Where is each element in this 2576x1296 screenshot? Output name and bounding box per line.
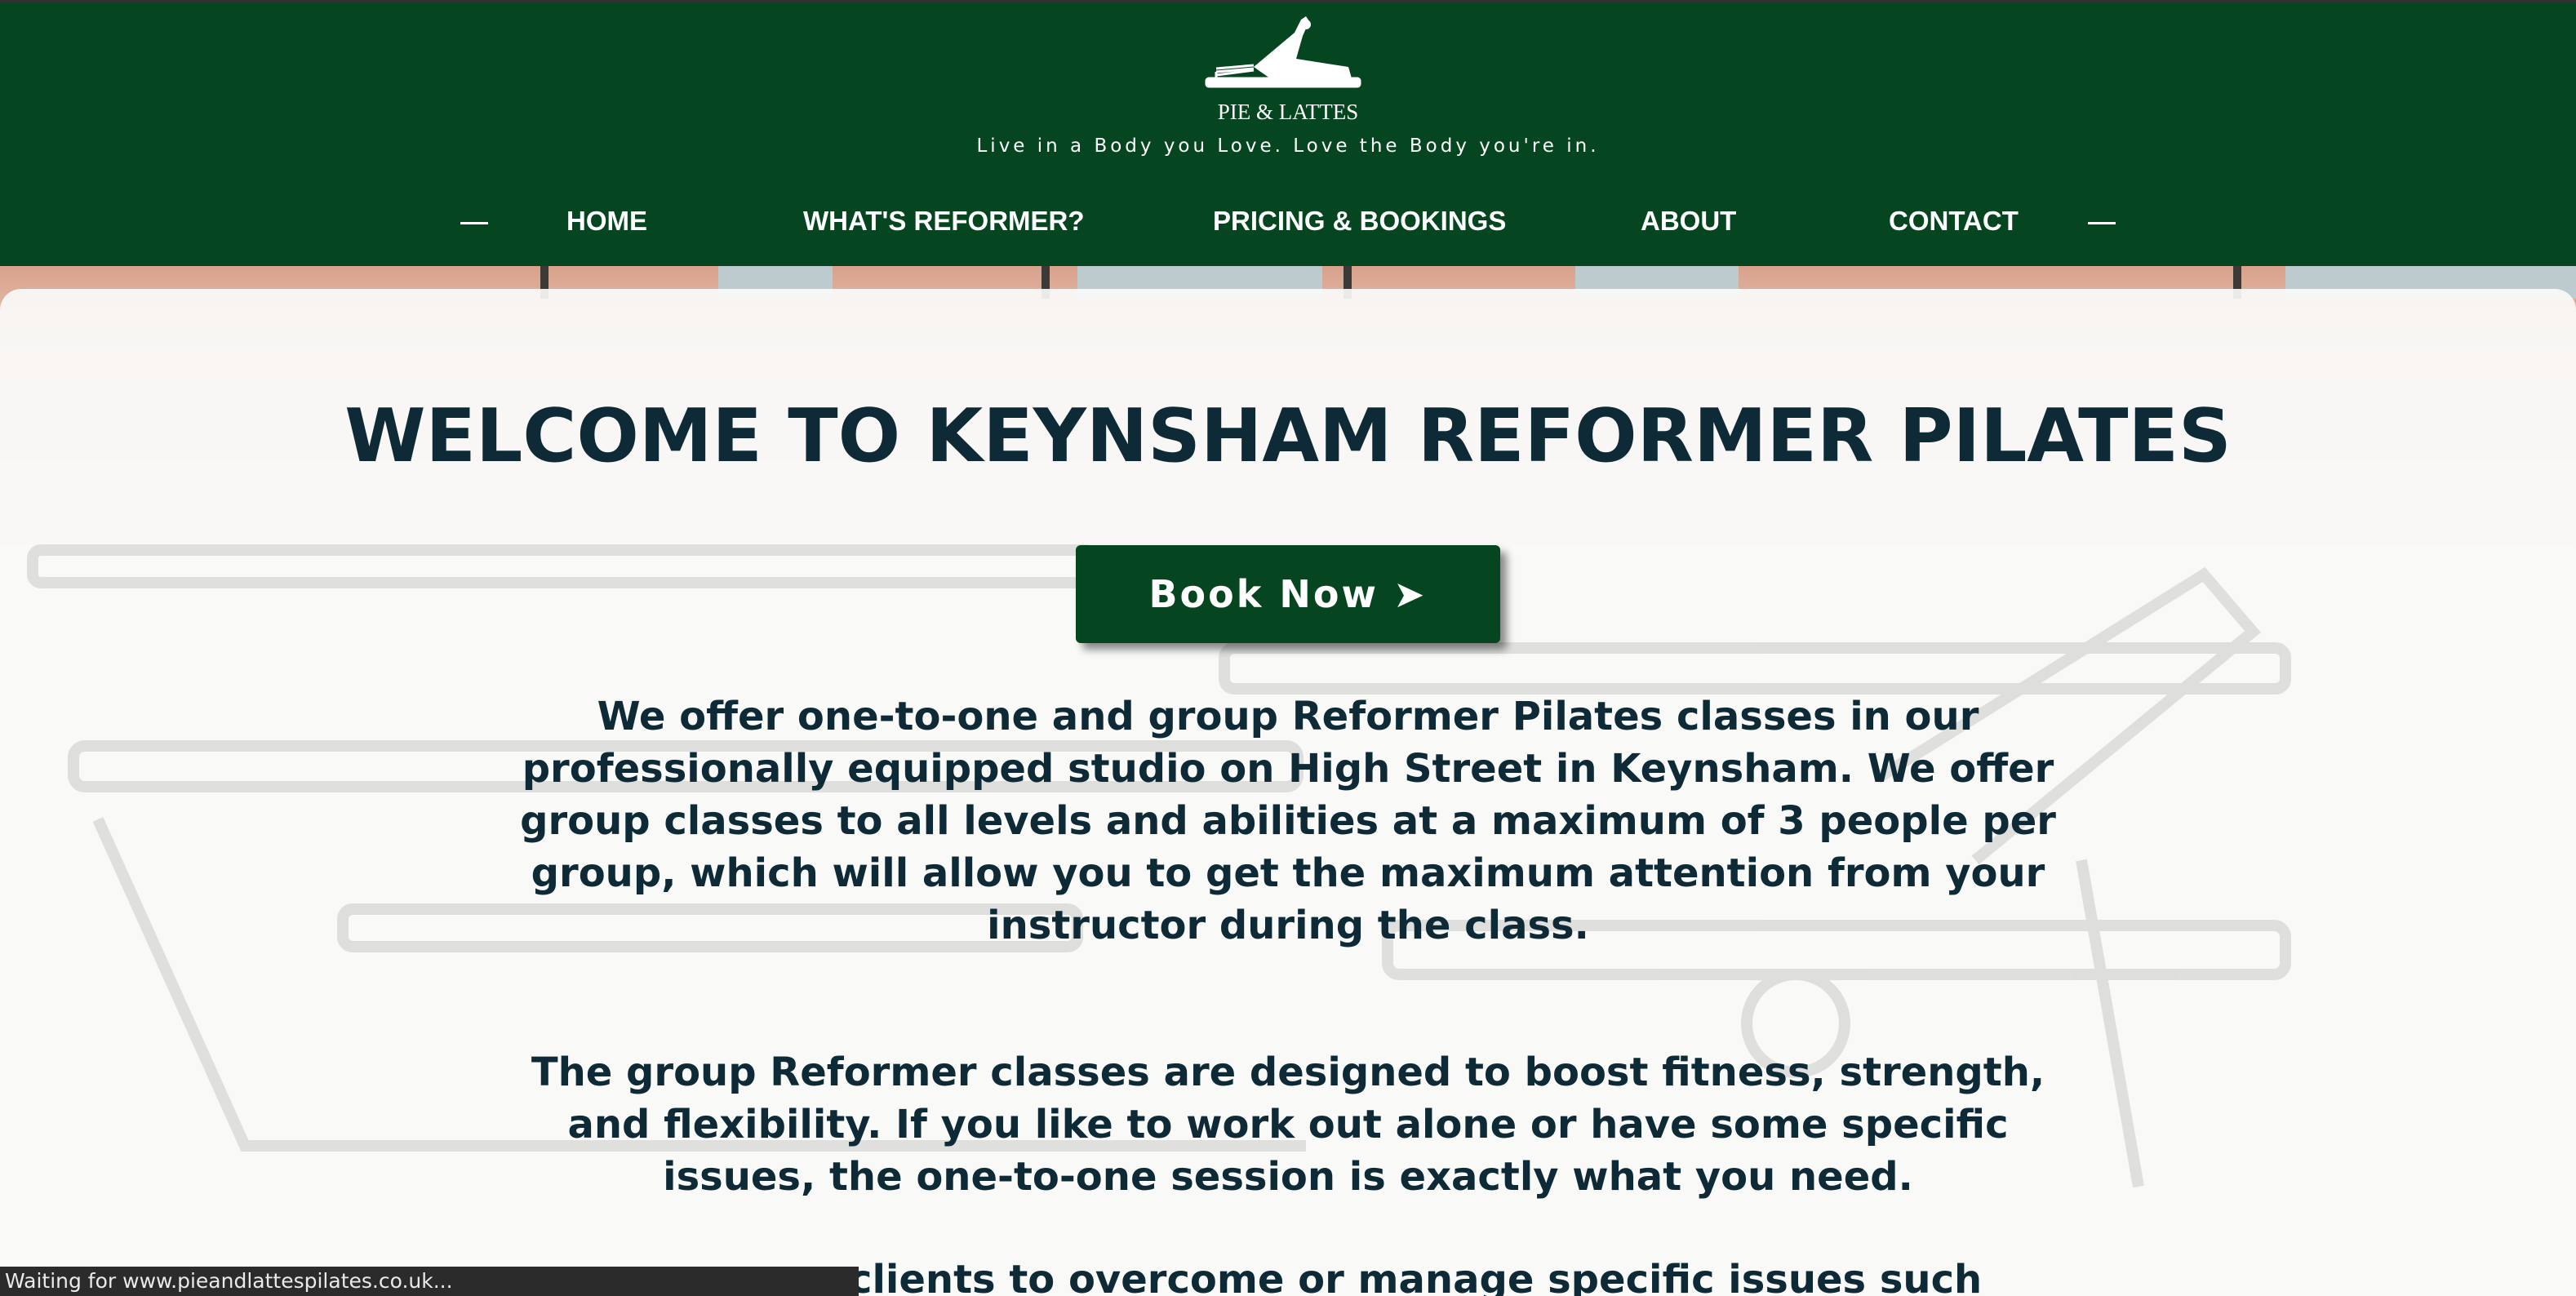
intro-paragraph: We offer one-to-one and group Reformer P… [520,694,2056,948]
classes-paragraph: The group Reformer classes are designed … [531,1050,2045,1200]
site-tagline: Live in a Body you Love. Love the Body y… [976,135,1600,157]
brand-name: PIE & LATTES [1217,100,1359,124]
nav-right-dash [2088,222,2116,224]
site-header: PIE & LATTES Live in a Body you Love. Lo… [0,3,2576,266]
nav-item-about[interactable]: ABOUT [1641,206,1736,237]
book-now-label: Book Now [1148,572,1379,616]
arrow-right-icon: ➤ [1392,572,1428,616]
nav-item-contact[interactable]: CONTACT [1889,206,2019,237]
nav-item-pricing-bookings[interactable]: PRICING & BOOKINGS [1213,206,1506,237]
nav-left-dash [460,222,488,224]
nav-item-whats-reformer[interactable]: WHAT'S REFORMER? [803,206,1085,237]
book-now-button[interactable]: Book Now ➤ [1076,545,1500,643]
nav-item-home[interactable]: HOME [566,206,647,237]
browser-status-bar: Waiting for www.pieandlattespilates.co.u… [0,1267,859,1296]
page-title: WELCOME TO KEYNSHAM REFORMER PILATES [344,393,2232,479]
welcome-panel: WELCOME TO KEYNSHAM REFORMER PILATES Boo… [0,289,2576,1296]
pilates-reformer-logo-icon[interactable] [1205,13,1365,103]
issues-paragraph-partial: clients to overcome or manage specific i… [849,1257,1983,1296]
